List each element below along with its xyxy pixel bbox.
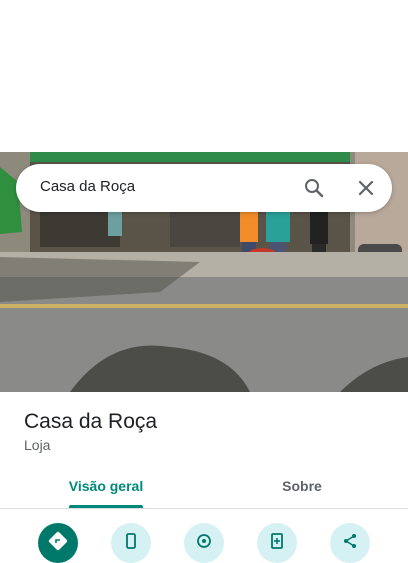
add-photo-icon (271, 533, 283, 549)
save-button[interactable] (184, 523, 224, 563)
tab-overview[interactable]: Visão geral (40, 476, 172, 496)
call-button[interactable] (111, 523, 151, 563)
tab-divider (0, 508, 408, 509)
search-bar[interactable]: Casa da Roça (16, 164, 392, 212)
directions-icon (48, 531, 68, 551)
share-icon (344, 534, 356, 548)
blank-top-area (0, 0, 408, 152)
save-location-icon (197, 534, 211, 548)
search-icon[interactable] (302, 176, 326, 200)
add-photo-button[interactable] (257, 523, 297, 563)
phone-icon (126, 533, 136, 549)
place-category: Loja (24, 437, 51, 453)
search-input[interactable]: Casa da Roça (40, 178, 135, 195)
tab-about[interactable]: Sobre (236, 476, 368, 496)
close-icon[interactable] (354, 176, 378, 200)
place-title: Casa da Roça (24, 410, 158, 433)
directions-button[interactable] (38, 523, 78, 563)
share-button[interactable] (330, 523, 370, 563)
